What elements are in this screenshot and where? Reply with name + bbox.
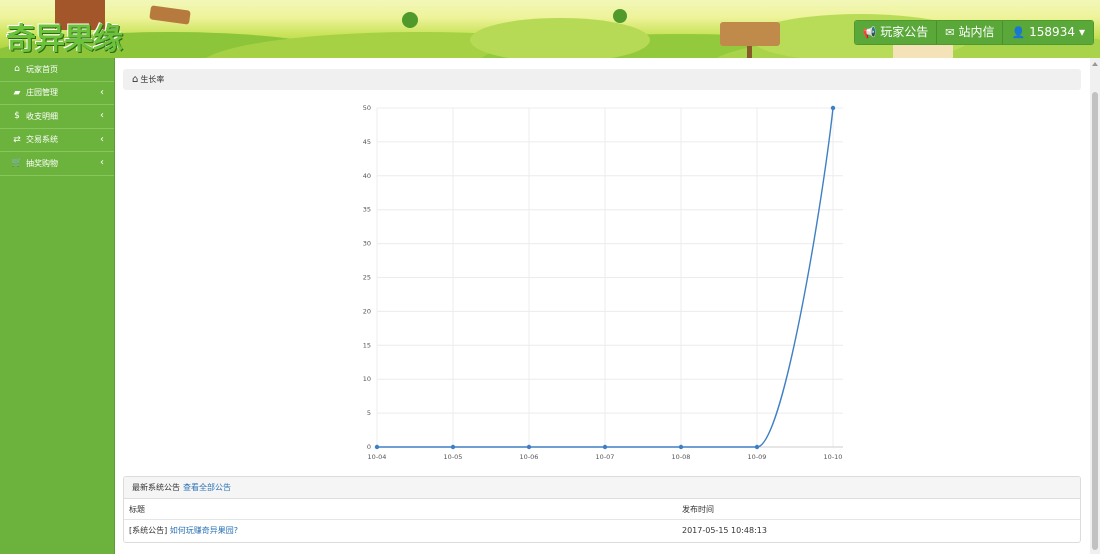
y-tick-label: 10 [363,375,371,383]
notice-panel: 最新系统公告 查看全部公告 标题 发布时间 [系统公告] 如何玩赚奇异果园? 2… [123,476,1081,543]
notice-table-header: 标题 发布时间 [124,499,1080,520]
view-all-notices-link[interactable]: 查看全部公告 [183,482,231,493]
sidebar-item-finance[interactable]: $ 收支明细 ‹ [0,105,114,129]
y-tick-label: 30 [363,240,371,248]
notice-title-link[interactable]: 如何玩赚奇异果园? [170,526,238,535]
y-tick-label: 35 [363,206,371,214]
piggy-bank-icon: ▰ [13,87,21,98]
user-icon: 👤 [1011,26,1026,39]
sidebar-item-label: 交易系统 [26,135,58,145]
notice-title-cell: [系统公告] 如何玩赚奇异果园? [124,525,677,536]
megaphone-icon: 📢 [862,26,877,39]
envelope-icon: ✉ [945,26,955,39]
y-tick-label: 15 [363,341,371,349]
scrollbar-thumb[interactable] [1092,92,1098,550]
column-header-time: 发布时间 [682,504,714,514]
user-id-label: 158934 [1029,25,1075,39]
scroll-up-icon[interactable] [1092,62,1098,66]
breadcrumb: ⌂ 生长率 [123,69,1081,90]
data-point [830,105,836,111]
y-tick-label: 40 [363,172,371,180]
x-tick-label: 10-09 [748,453,767,461]
notice-heading: 最新系统公告 [132,483,180,492]
chevron-left-icon: ‹ [100,133,104,145]
main-content: ⌂ 生长率 0 5 10 15 20 25 30 35 40 45 50 10-04 10-05 10-0… [115,58,1090,554]
logo[interactable]: 奇异果缘 [6,14,123,58]
home-icon[interactable]: ⌂ [132,74,138,85]
data-point [678,444,684,450]
cart-icon: 🛒 [11,158,23,169]
dollar-icon: $ [14,111,20,122]
data-point [450,444,456,450]
messages-label: 站内信 [958,25,995,39]
sidebar-item-label: 抽奖购物 [26,158,58,168]
table-row: [系统公告] 如何玩赚奇异果园? 2017-05-15 10:48:13 [124,520,1080,541]
sidebar-item-label: 庄园管理 [26,88,58,98]
x-tick-label: 10-06 [520,453,539,461]
x-tick-label: 10-10 [824,453,843,461]
data-point [754,444,760,450]
x-tick-label: 10-05 [444,453,463,461]
data-point [526,444,532,450]
breadcrumb-current: 生长率 [140,75,165,84]
notice-tag: [系统公告] [129,526,168,535]
chevron-left-icon: ‹ [100,157,104,168]
growth-rate-chart: 0 5 10 15 20 25 30 35 40 45 50 10-04 10-05 10-06 10-07… [363,104,843,461]
header-banner: 奇异果缘 📢 玩家公告 ✉ 站内信 👤 158934 ▾ [0,0,1100,58]
y-tick-label: 50 [363,104,371,112]
announcements-button[interactable]: 📢 玩家公告 [854,21,938,44]
caret-down-icon: ▾ [1078,25,1085,39]
user-menu-button[interactable]: 👤 158934 ▾ [1003,21,1093,44]
sidebar-item-home[interactable]: ⌂ 玩家首页 [0,58,114,82]
top-nav: 📢 玩家公告 ✉ 站内信 👤 158934 ▾ [853,20,1094,45]
sidebar-item-label: 收支明细 [26,111,58,121]
y-tick-label: 5 [367,409,371,417]
sidebar-item-lottery[interactable]: 🛒 抽奖购物 ‹ [0,152,114,176]
announcements-label: 玩家公告 [880,25,929,39]
vertical-scrollbar[interactable] [1090,58,1100,554]
x-tick-label: 10-07 [596,453,615,461]
messages-button[interactable]: ✉ 站内信 [937,21,1004,44]
chevron-left-icon: ‹ [100,110,104,121]
sidebar-item-manor[interactable]: ▰ 庄园管理 ‹ [0,82,114,105]
column-header-title: 标题 [129,504,145,514]
y-tick-label: 45 [363,138,371,146]
x-tick-label: 10-08 [672,453,691,461]
sidebar: ⌂ 玩家首页 ▰ 庄园管理 ‹ $ 收支明细 ‹ ⇄ 交易系统 ‹ 🛒 抽奖购物… [0,58,115,554]
retweet-icon: ⇄ [13,134,21,145]
data-point [602,444,608,450]
x-tick-label: 10-04 [368,453,387,461]
y-tick-label: 20 [363,307,371,315]
sidebar-item-trade[interactable]: ⇄ 交易系统 ‹ [0,129,114,152]
notice-time: 2017-05-15 10:48:13 [682,526,767,535]
data-point [374,444,380,450]
chevron-left-icon: ‹ [100,86,104,98]
sidebar-item-label: 玩家首页 [26,64,58,74]
notice-header: 最新系统公告 查看全部公告 [124,477,1080,499]
y-tick-label: 25 [363,274,371,282]
y-tick-label: 0 [367,443,371,451]
home-icon: ⌂ [14,64,20,75]
